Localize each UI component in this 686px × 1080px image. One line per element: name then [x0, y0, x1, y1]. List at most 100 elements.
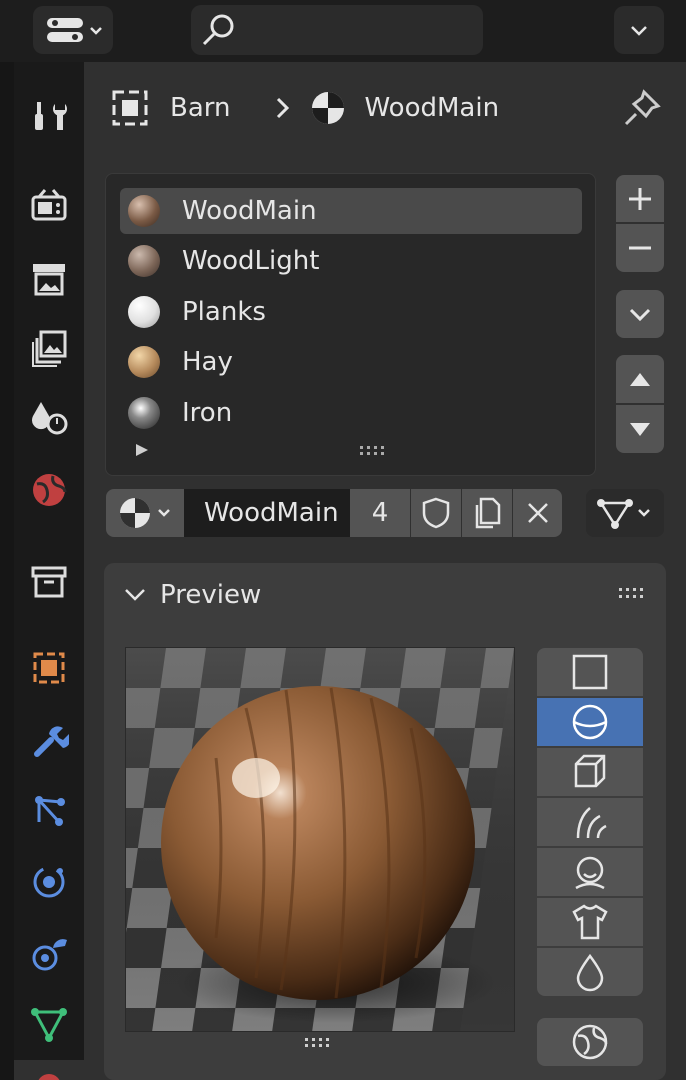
move-down-button[interactable] — [616, 405, 664, 453]
tab-data[interactable] — [14, 994, 84, 1054]
breadcrumb-material: WoodMain — [364, 93, 500, 123]
pin-button[interactable] — [620, 86, 664, 130]
monkey-icon — [575, 856, 605, 890]
tab-view-layer[interactable] — [14, 318, 84, 378]
preview-world-lighting-button[interactable] — [537, 1018, 643, 1066]
object-icon — [33, 652, 65, 684]
slot-name: WoodMain — [182, 196, 317, 226]
move-up-button[interactable] — [616, 355, 664, 403]
preview-fluid-button[interactable] — [537, 948, 643, 996]
material-preview-render — [125, 647, 515, 1032]
user-count-button[interactable]: 4 — [350, 489, 410, 537]
list-item[interactable]: WoodMain — [120, 188, 582, 234]
tab-particles[interactable] — [14, 780, 84, 840]
options-dropdown-button[interactable] — [614, 6, 664, 54]
view-layer-icon — [32, 330, 67, 367]
preview-title: Preview — [160, 580, 262, 610]
material-preview-thumb — [128, 296, 160, 328]
sphere-icon — [572, 704, 608, 740]
list-item[interactable]: Planks — [120, 289, 582, 335]
tab-object[interactable] — [14, 638, 84, 698]
resize-grip-icon[interactable] — [358, 444, 388, 458]
tab-output[interactable] — [14, 248, 84, 308]
tab-collection[interactable] — [14, 552, 84, 612]
tool-icon — [35, 102, 67, 130]
scene-icon — [32, 402, 68, 435]
preview-monkey-button[interactable] — [537, 848, 643, 896]
drop-icon — [576, 953, 604, 992]
slot-name: WoodLight — [182, 246, 320, 276]
properties-editor-icon — [47, 18, 102, 42]
list-item[interactable]: WoodLight — [120, 238, 582, 284]
tab-world[interactable] — [14, 460, 84, 520]
fake-user-button[interactable] — [411, 489, 461, 537]
material-preview-thumb — [128, 245, 160, 277]
preview-panel-header[interactable]: Preview — [120, 572, 660, 618]
preview-cube-button[interactable] — [537, 748, 643, 796]
link-type-button[interactable] — [586, 489, 664, 537]
shirt-icon — [572, 904, 608, 940]
preview-shape-selector — [537, 648, 643, 1000]
tab-material[interactable] — [14, 1060, 84, 1080]
minus-icon — [629, 246, 651, 250]
chevron-down-icon — [631, 26, 647, 36]
physics-icon — [33, 866, 65, 898]
hair-icon — [576, 807, 607, 839]
object-breadcrumb-icon — [112, 90, 148, 126]
breadcrumb-object: Barn — [170, 93, 231, 123]
triangle-down-icon — [630, 423, 650, 436]
tab-scene[interactable] — [14, 388, 84, 448]
tab-physics[interactable] — [14, 852, 84, 912]
wrench-icon — [34, 726, 69, 757]
search-input[interactable] — [191, 5, 483, 55]
chevron-down-icon — [629, 308, 651, 322]
unlink-material-button[interactable] — [513, 489, 562, 537]
preview-flat-button[interactable] — [537, 648, 643, 696]
preview-resize-grip-icon[interactable] — [303, 1036, 335, 1050]
material-icon — [120, 498, 170, 528]
plus-icon — [629, 187, 651, 210]
user-count: 4 — [371, 498, 389, 528]
chevron-down-icon — [125, 589, 145, 601]
pin-icon — [624, 89, 661, 126]
preview-cloth-button[interactable] — [537, 898, 643, 946]
duplicate-material-button[interactable] — [462, 489, 512, 537]
preview-sphere-button[interactable] — [537, 698, 643, 746]
list-item[interactable]: Iron — [120, 390, 582, 436]
slot-name: Iron — [182, 398, 233, 428]
remove-slot-button[interactable] — [616, 224, 664, 272]
output-icon — [33, 264, 65, 296]
render-icon — [31, 189, 67, 221]
tab-modifiers[interactable] — [14, 710, 84, 770]
duplicate-icon — [475, 497, 501, 529]
material-preview-thumb — [128, 346, 160, 378]
slot-specials-button[interactable] — [616, 290, 664, 338]
mesh-link-icon — [597, 499, 650, 529]
mesh-data-icon — [31, 1008, 67, 1042]
tab-constraints[interactable] — [14, 924, 84, 984]
chevron-right-icon — [277, 97, 290, 119]
list-item[interactable]: Hay — [120, 339, 582, 385]
constraint-icon — [32, 939, 67, 971]
editor-type-button[interactable] — [33, 6, 113, 54]
slot-name: Hay — [182, 347, 233, 377]
triangle-up-icon — [630, 373, 650, 386]
tab-tool[interactable] — [14, 86, 84, 146]
collection-icon — [31, 566, 67, 598]
material-name-field[interactable]: WoodMain — [184, 489, 350, 537]
expand-triangle-icon[interactable] — [132, 440, 152, 460]
particles-icon — [35, 796, 65, 826]
material-preview-thumb — [128, 195, 160, 227]
browse-material-button[interactable] — [106, 489, 184, 537]
material-breadcrumb-icon — [312, 92, 345, 124]
close-icon — [527, 503, 548, 523]
plane-icon — [572, 654, 608, 690]
preview-hair-button[interactable] — [537, 798, 643, 846]
material-name-text: WoodMain — [204, 498, 339, 528]
material-slot-list[interactable]: WoodMain WoodLight Planks Hay Iron — [105, 173, 596, 476]
world-icon — [33, 474, 67, 506]
add-slot-button[interactable] — [616, 175, 664, 222]
slot-name: Planks — [182, 297, 266, 327]
tab-render[interactable] — [14, 175, 84, 235]
drag-handle-icon[interactable] — [617, 586, 649, 602]
